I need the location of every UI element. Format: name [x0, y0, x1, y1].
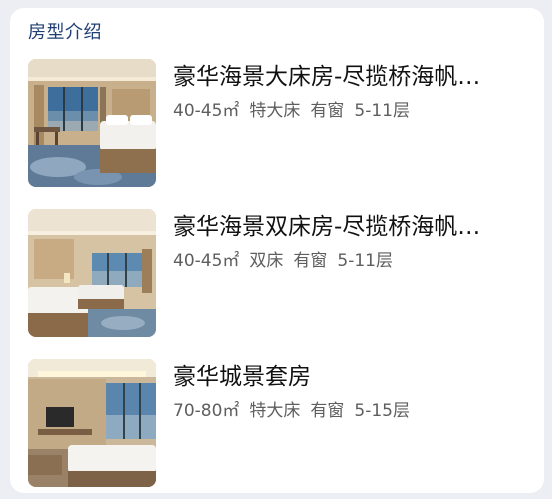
section-title: 房型介绍: [28, 22, 102, 43]
room-photo: [28, 59, 156, 187]
room-area: 40-45㎡: [173, 101, 240, 121]
room-window: 有窗: [310, 401, 345, 421]
room-specs: 40-45㎡ 双床 有窗 5-11层: [173, 249, 403, 273]
room-window: 有窗: [293, 251, 328, 271]
room-floors: 5-11层: [337, 251, 393, 271]
room-photo: [28, 209, 156, 337]
room-item-twin-sea-view[interactable]: 豪华海景双床房-尽揽桥海帆… 40-45㎡ 双床 有窗 5-11层: [28, 209, 534, 339]
room-item-king-sea-view[interactable]: 豪华海景大床房-尽揽桥海帆… 40-45㎡ 特大床 有窗 5-11层: [28, 59, 534, 189]
room-bed-type: 特大床: [249, 401, 301, 421]
room-area: 70-80㎡: [173, 401, 240, 421]
room-floors: 5-15层: [354, 401, 410, 421]
room-bed-type: 特大床: [249, 101, 301, 121]
room-area: 40-45㎡: [173, 251, 240, 271]
room-name: 豪华城景套房: [173, 364, 311, 390]
room-window: 有窗: [310, 101, 345, 121]
room-specs: 40-45㎡ 特大床 有窗 5-11层: [173, 99, 420, 123]
room-name: 豪华海景大床房-尽揽桥海帆…: [173, 64, 481, 90]
room-photo: [28, 359, 156, 487]
room-name: 豪华海景双床房-尽揽桥海帆…: [173, 214, 481, 240]
room-bed-type: 双床: [249, 251, 284, 271]
room-types-card: 房型介绍 豪华海景大床房-尽揽桥海帆… 40-45㎡ 特大床 有窗 5-11层 …: [10, 8, 544, 493]
room-specs: 70-80㎡ 特大床 有窗 5-15层: [173, 399, 420, 423]
room-floors: 5-11层: [354, 101, 410, 121]
room-item-city-view-suite[interactable]: 豪华城景套房 70-80㎡ 特大床 有窗 5-15层: [28, 359, 534, 489]
